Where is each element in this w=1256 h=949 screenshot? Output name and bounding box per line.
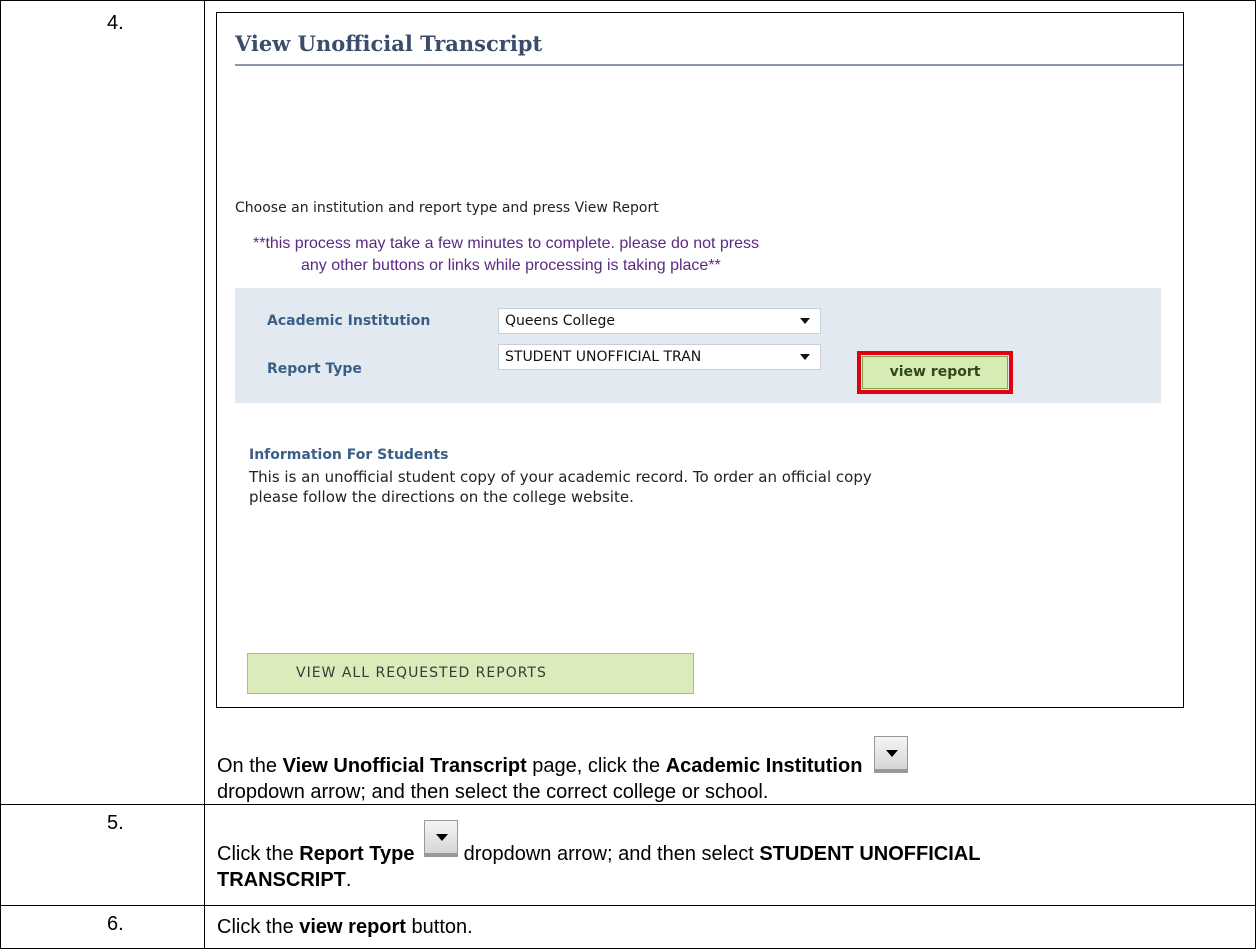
instruction-bold: TRANSCRIPT [217,869,346,891]
select-value: Queens College [505,313,615,329]
row-divider [0,905,1256,906]
instruction-text: dropdown arrow; and then select the corr… [217,781,769,803]
step-number: 5. [107,812,124,834]
step-4-instruction: On the View Unofficial Transcript page, … [217,736,1247,805]
info-body: This is an unofficial student copy of yo… [249,467,1129,507]
step-5-instruction: Click the Report Type dropdown arrow; an… [217,820,1247,893]
instruction-bold: STUDENT UNOFFICIAL [759,843,981,865]
instruction-bold: Report Type [299,843,415,865]
instruction-bold: Academic Institution [665,755,863,777]
table-border-top [0,0,1256,1]
steps-table: 4. 5. 6. View Unofficial Transcript Choo… [0,0,1256,949]
table-border-left [0,0,1,949]
select-value: STUDENT UNOFFICIAL TRAN [505,349,702,365]
table-column-divider [204,0,205,949]
dropdown-arrow-icon [873,736,908,770]
report-type-select[interactable]: STUDENT UNOFFICIAL TRAN [498,344,821,370]
view-all-requested-reports-button[interactable]: VIEW ALL REQUESTED REPORTS [247,653,694,694]
instruction-text: Click the [217,916,300,938]
chevron-down-icon [800,354,810,360]
step-number: 4. [107,12,124,34]
instruction-text: . [345,869,352,891]
info-heading: Information For Students [249,447,449,463]
info-line: This is an unofficial student copy of yo… [249,468,872,486]
instruction-text: page, click the [526,755,666,777]
title-divider [235,64,1183,66]
step-number: 6. [107,913,124,935]
dropdown-arrow-icon [424,820,459,854]
academic-institution-select[interactable]: Queens College [498,308,821,334]
chevron-down-icon [800,318,810,324]
processing-warning: **this process may take a few minutes to… [253,233,973,277]
instruction-text: Click the [217,843,300,865]
academic-institution-label: Academic Institution [267,313,431,329]
instruction-text: dropdown arrow; and then select [458,843,760,865]
warning-line: **this process may take a few minutes to… [253,235,760,252]
step-6-instruction: Click the view report button. [217,914,1247,940]
warning-line: any other buttons or links while process… [301,257,721,274]
view-report-button[interactable]: view report [862,356,1008,389]
instruction-bold: view report [299,916,406,938]
transcript-page-screenshot: View Unofficial Transcript Choose an ins… [216,12,1184,708]
page-title: View Unofficial Transcript [235,31,543,56]
instruction-text: Choose an institution and report type an… [235,200,659,216]
info-line: please follow the directions on the coll… [249,488,634,506]
instruction-bold: View Unofficial Transcript [282,755,527,777]
instruction-text: button. [405,916,473,938]
report-type-label: Report Type [267,361,362,377]
instruction-text: On the [217,755,283,777]
